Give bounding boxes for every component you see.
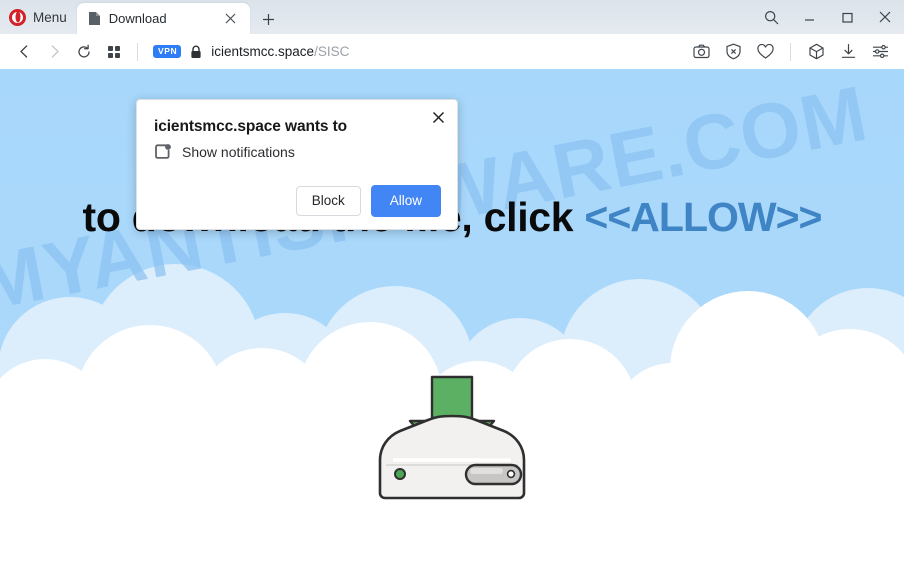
easy-setup-sliders-icon[interactable] <box>865 37 895 67</box>
page-content: MYANTISPYWARE.COM to download the file, … <box>0 69 904 571</box>
search-icon[interactable] <box>752 0 790 34</box>
url-path: /SISC <box>314 44 350 59</box>
new-tab-button[interactable] <box>258 8 280 30</box>
menu-button-label: Menu <box>33 9 67 25</box>
navigation-toolbar: VPN icientsmcc.space/SISC <box>0 34 904 69</box>
address-bar[interactable]: VPN icientsmcc.space/SISC <box>146 37 686 67</box>
back-arrow-icon[interactable] <box>9 37 39 67</box>
dialog-actions: Block Allow <box>154 185 441 217</box>
page-file-icon <box>88 11 101 26</box>
window-controls <box>752 0 904 34</box>
download-tray-icon[interactable] <box>833 37 863 67</box>
dialog-permission-row: Show notifications <box>154 143 441 161</box>
tab-title: Download <box>108 11 167 26</box>
dialog-close-icon[interactable] <box>428 107 448 127</box>
toolbar-divider-2 <box>790 42 791 61</box>
forward-arrow-icon <box>39 37 69 67</box>
notification-badge-icon <box>154 143 172 161</box>
heart-icon[interactable] <box>750 37 780 67</box>
browser-tab[interactable]: Download <box>76 3 250 34</box>
notification-permission-dialog: icientsmcc.space wants to Show notificat… <box>136 99 458 230</box>
cube-icon[interactable] <box>801 37 831 67</box>
dialog-title: icientsmcc.space wants to <box>154 118 348 135</box>
opera-logo-icon <box>9 8 26 26</box>
url-text[interactable]: icientsmcc.space/SISC <box>211 44 349 59</box>
close-window-button[interactable] <box>866 0 904 34</box>
opera-menu-button[interactable]: Menu <box>0 0 77 34</box>
dialog-permission-label: Show notifications <box>182 144 295 160</box>
browser-actions-toolbar <box>686 37 895 67</box>
maximize-button[interactable] <box>828 0 866 34</box>
ad-blocker-shield-icon[interactable] <box>718 37 748 67</box>
block-button[interactable]: Block <box>295 186 361 216</box>
padlock-icon[interactable] <box>190 45 202 59</box>
headline-allow-text: <<ALLOW>> <box>584 194 822 240</box>
allow-button[interactable]: Allow <box>370 185 441 217</box>
url-domain: icientsmcc.space <box>211 44 315 59</box>
snapshot-icon[interactable] <box>686 37 716 67</box>
browser-window: Menu Download VPN icientsmcc.space/SISC … <box>0 0 904 571</box>
toolbar-divider <box>137 42 138 61</box>
grid-icon[interactable] <box>99 37 129 67</box>
tab-close-icon[interactable] <box>220 8 242 30</box>
minimize-button[interactable] <box>790 0 828 34</box>
vpn-badge[interactable]: VPN <box>153 45 182 58</box>
tab-strip: Menu Download <box>0 0 904 34</box>
reload-icon[interactable] <box>69 37 99 67</box>
